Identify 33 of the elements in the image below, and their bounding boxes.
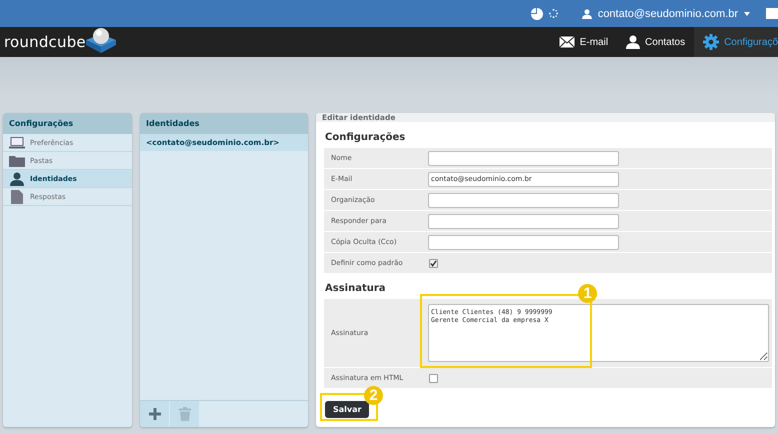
panel-title: Configurações: [3, 113, 132, 134]
checkbox[interactable]: [429, 258, 438, 268]
logo-text: roundcube: [4, 33, 86, 51]
text-field[interactable]: [428, 192, 619, 208]
callout-number: 1: [578, 284, 597, 303]
nav-tab[interactable]: Configuraçõ: [694, 27, 778, 57]
settings-icon: [703, 34, 720, 50]
laptop-icon: [9, 136, 25, 148]
plus-icon: [148, 408, 160, 420]
section-heading: Assinatura: [324, 282, 386, 296]
nav-tab[interactable]: E-mail: [550, 27, 618, 57]
user-menu[interactable]: contato@seudominio.com.br: [582, 8, 750, 20]
section-heading: Configurações: [324, 131, 406, 145]
checkbox[interactable]: [429, 374, 438, 382]
person-icon: [582, 8, 592, 18]
search-field[interactable]: [766, 8, 778, 19]
text-field[interactable]: [428, 234, 619, 250]
trash-icon: [178, 407, 190, 421]
text-field[interactable]: [428, 150, 619, 166]
folder-icon: [9, 154, 25, 166]
mail-icon: [558, 36, 575, 48]
cube-logo-icon: [84, 26, 118, 54]
caret-icon: [744, 12, 750, 16]
save-button[interactable]: Salvar: [325, 401, 370, 418]
callout-number: 2: [364, 386, 383, 405]
person-icon: [9, 172, 25, 186]
loading-icon: [548, 9, 558, 18]
pie-chart-icon[interactable]: [530, 8, 543, 20]
nav-tab[interactable]: Contatos: [617, 27, 694, 57]
person-icon: [626, 35, 640, 49]
text-field[interactable]: [428, 214, 619, 228]
panel-title: Identidades: [140, 113, 308, 134]
add-button[interactable]: [140, 401, 170, 427]
